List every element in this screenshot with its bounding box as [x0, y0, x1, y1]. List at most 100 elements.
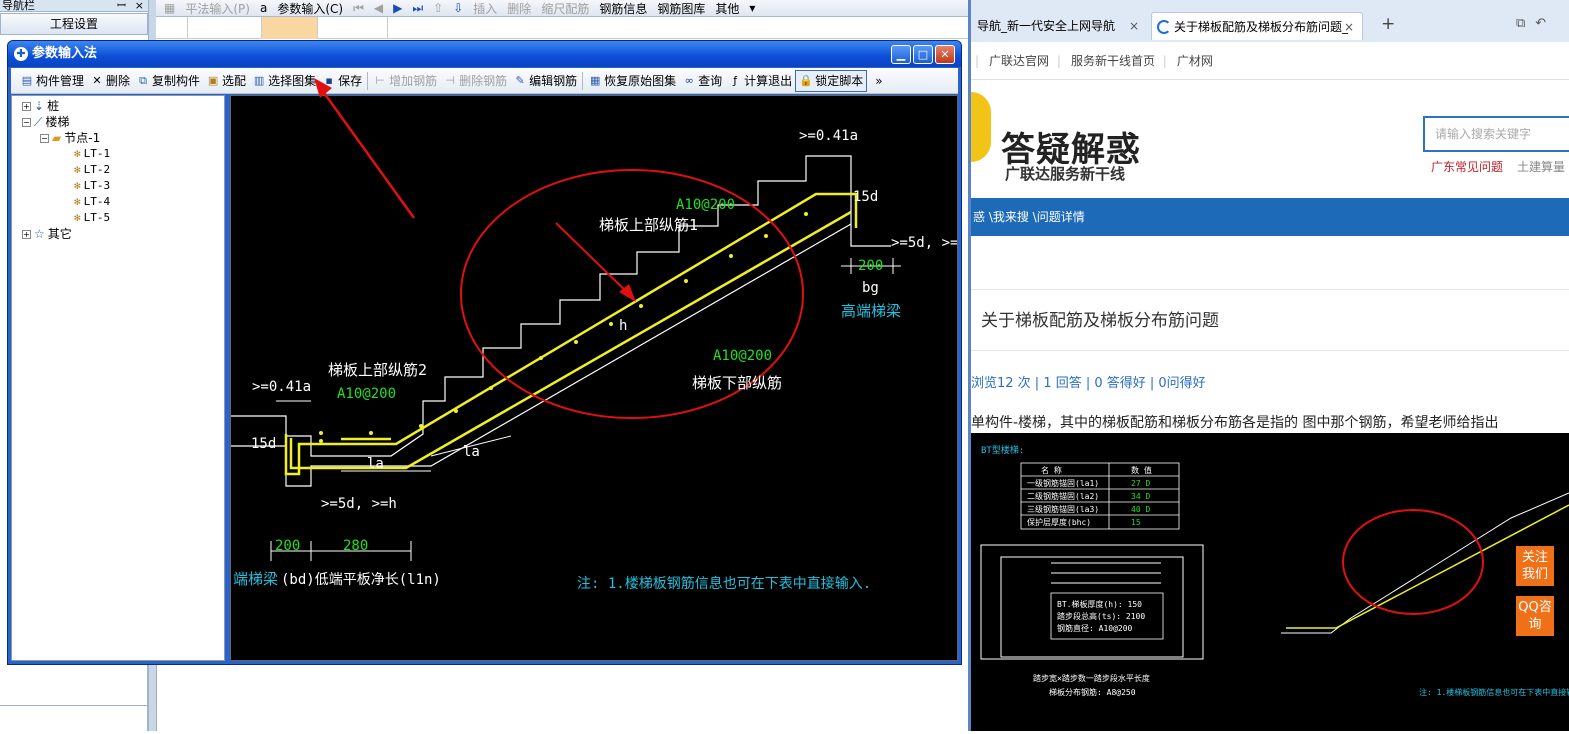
rebar-info-button[interactable]: 钢筋信息	[595, 0, 651, 17]
toolbar-separator	[582, 71, 584, 90]
close-icon[interactable]: ×	[135, 0, 144, 12]
tree-item-lt1[interactable]: ✻ LT-1	[74, 146, 110, 162]
label-low-beam: 端梯梁	[233, 570, 278, 588]
label-left-5d: >=5d, >=h	[321, 496, 397, 512]
chevron-down-icon[interactable]: ▾	[745, 1, 759, 15]
grid-cell[interactable]	[188, 17, 262, 39]
component-tree: + ⇣ 桩 − ⟋ 楼梯 − ▰ 节点-1 ✻ LT-1 ✻ LT-2 ✻ LT-3 ✻ LT-4 …	[11, 95, 225, 661]
insert-button[interactable]: 插入	[469, 0, 501, 17]
tree-item-node[interactable]: − ▰ 节点-1	[40, 130, 100, 146]
other-menu-button[interactable]: 其他	[711, 0, 743, 17]
calc-exit-button[interactable]: ƒ 计算退出	[725, 70, 795, 92]
label-bg: bg	[862, 280, 879, 296]
stair-icon: ⟋	[34, 115, 43, 129]
svg-text:40 D: 40 D	[1131, 505, 1150, 514]
remove-rebar-icon: ⊣	[445, 73, 455, 87]
bookmark-item[interactable]: 服务新干线首页	[1071, 54, 1155, 68]
label-high-beam: 高端梯梁	[841, 302, 901, 320]
tree-item-lt3[interactable]: ✻ LT-3	[74, 178, 110, 194]
remove-rebar-button[interactable]: ⊣ 删除钢筋	[440, 70, 510, 92]
svg-text:踏步段总高(ts): 2100: 踏步段总高(ts): 2100	[1057, 611, 1145, 621]
label-top-anchor: >=0.41a	[799, 128, 858, 144]
minimize-button[interactable]: ▁	[891, 45, 911, 64]
delete-component-button[interactable]: ✕ 删除	[87, 70, 133, 92]
copy-icon: ⧉	[139, 73, 147, 87]
up-icon[interactable]: ⇧	[429, 1, 447, 15]
prev-icon[interactable]: ◀	[370, 1, 387, 15]
dialog-title: 参数输入法	[32, 46, 98, 61]
label-lower-rebar: 梯板下部纵筋	[692, 374, 782, 392]
svg-text:34 D: 34 D	[1131, 492, 1150, 501]
maximize-button[interactable]: □	[913, 45, 933, 64]
lock-icon: 🔒	[799, 73, 814, 87]
breadcrumb[interactable]: 惑 \我来搜 \问题详情	[971, 198, 1569, 236]
dialog-title-bar[interactable]: 参数输入法	[8, 41, 961, 67]
close-button[interactable]: ✕	[935, 45, 955, 64]
question-description: 单构件-楼梯，其中的梯板配筋和梯板分布筋各是指的 图中那个钢筋，希望老师给指出	[971, 415, 1499, 431]
delete-button[interactable]: 删除	[503, 0, 535, 17]
rebar-gallery-button[interactable]: 钢筋图库	[653, 0, 709, 17]
browser-tab-nav[interactable]: 导航_新一代安全上网导航 ×	[971, 12, 1147, 40]
bookmarks-bar: | 广联达官网 | 服务新干线首页 | 广材网	[971, 42, 1569, 80]
select-icon: ▣	[207, 73, 219, 87]
bookmark-item[interactable]: 广联达官网	[989, 54, 1049, 68]
svg-text:数 值: 数 值	[1131, 465, 1152, 475]
close-tab-icon[interactable]: ×	[1344, 13, 1354, 40]
question-stats: 浏览12 次 | 1 回答 | 0 答得好 | 0问得好	[971, 376, 1206, 391]
project-settings-button[interactable]: 工程设置	[0, 13, 148, 35]
new-tab-button[interactable]: +	[1381, 14, 1395, 34]
tree-item-pile[interactable]: + ⇣ 桩	[22, 98, 59, 114]
pin-icon[interactable]: ꟷ	[117, 0, 126, 12]
tree-item-lt4[interactable]: ✻ LT-4	[74, 194, 110, 210]
label-upper-rebar-2: 梯板上部纵筋2	[328, 361, 427, 379]
nav-panel-header: 导航栏 ꟷ ×	[0, 0, 148, 12]
browser-window: 导航_新一代安全上网导航 × 关于梯板配筋及梯板分布筋问题_ × + ⧉↶ | 广联达…	[968, 0, 1569, 731]
tree-item-lt5[interactable]: ✻ LT-5	[74, 210, 110, 226]
dimension-lines	[270, 258, 901, 561]
hot-link[interactable]: 广东常见问题	[1431, 158, 1503, 175]
lock-script-button[interactable]: 🔒 锁定脚本	[795, 69, 868, 92]
gear-icon: ✻	[74, 211, 81, 224]
last-icon[interactable]: ⏭	[408, 1, 427, 16]
edit-rebar-button[interactable]: ✎ 编辑钢筋	[510, 70, 580, 92]
label-a10-top: A10@200	[676, 197, 735, 213]
query-button[interactable]: ∞ 查询	[679, 70, 725, 92]
window-tools-icon[interactable]: ⧉↶	[1516, 16, 1556, 31]
hot-link[interactable]: 土建算量	[1517, 158, 1565, 175]
overflow-chevron-icon[interactable]: »	[875, 74, 882, 88]
label-dim-200: 200	[275, 538, 300, 554]
tree-item-stair[interactable]: − ⟋ 楼梯	[22, 114, 69, 130]
grid-cell[interactable]	[156, 17, 188, 39]
thumb-bottom2: 梯板分布钢筋: A8@250	[1049, 687, 1136, 697]
copy-component-button[interactable]: ⧉ 复制构件	[133, 70, 203, 92]
next-icon[interactable]: ▶	[389, 1, 406, 15]
main-toolbar: ▦ 平法输入(P) a 参数输入(C) ⏮ ◀ ▶ ⏭ ⇧ ⇩ 插入 删除 缩尺…	[156, 0, 968, 17]
thumb-bottom1: 踏步宽×踏步数一踏步段水平长度	[1033, 673, 1150, 683]
select-config-button[interactable]: ▣ 选配	[203, 70, 249, 92]
label-note: 注: 1.楼梯板钢筋信息也可在下表中直接输入.	[577, 575, 871, 592]
label-a10-mid: A10@200	[713, 348, 772, 364]
first-icon[interactable]: ⏮	[349, 1, 368, 16]
tab-param-input[interactable]: 参数输入(C)	[273, 0, 347, 17]
close-tab-icon[interactable]: ×	[1129, 12, 1139, 40]
component-manage-button[interactable]: ▤ 构件管理	[17, 70, 87, 92]
follow-us-button[interactable]: 关注我们	[1516, 546, 1554, 586]
search-input[interactable]: 请输入搜索关键字	[1423, 116, 1569, 152]
atlas-icon: ▥	[253, 73, 265, 87]
qq-consult-button[interactable]: QQ咨询	[1516, 596, 1554, 636]
svg-text:27 D: 27 D	[1131, 479, 1150, 488]
grid-cell[interactable]	[318, 17, 388, 39]
tree-item-lt2[interactable]: ✻ LT-2	[74, 162, 110, 178]
grid-cell-selected[interactable]	[262, 17, 318, 39]
tree-item-other[interactable]: + ☆ 其它	[22, 226, 72, 242]
tab-flat-input[interactable]: 平法输入(P)	[181, 0, 254, 17]
table-icon: ▦	[164, 1, 176, 15]
data-grid-header	[156, 17, 968, 39]
bookmark-item[interactable]: 广材网	[1177, 54, 1213, 68]
browser-tab-active[interactable]: 关于梯板配筋及梯板分布筋问题_ ×	[1151, 12, 1363, 40]
down-icon[interactable]: ⇩	[449, 1, 467, 15]
attached-image[interactable]: BT型楼梯: 名 称 数 值 一级钢筋锚固(la1) 27 D 二级钢筋锚固(la2…	[971, 433, 1569, 731]
scale-rebar-button[interactable]: 缩尺配筋	[537, 0, 593, 17]
browser-tab-bar: 导航_新一代安全上网导航 × 关于梯板配筋及梯板分布筋问题_ × + ⧉↶	[971, 0, 1569, 42]
restore-atlas-button[interactable]: ▦ 恢复原始图集	[585, 70, 679, 92]
